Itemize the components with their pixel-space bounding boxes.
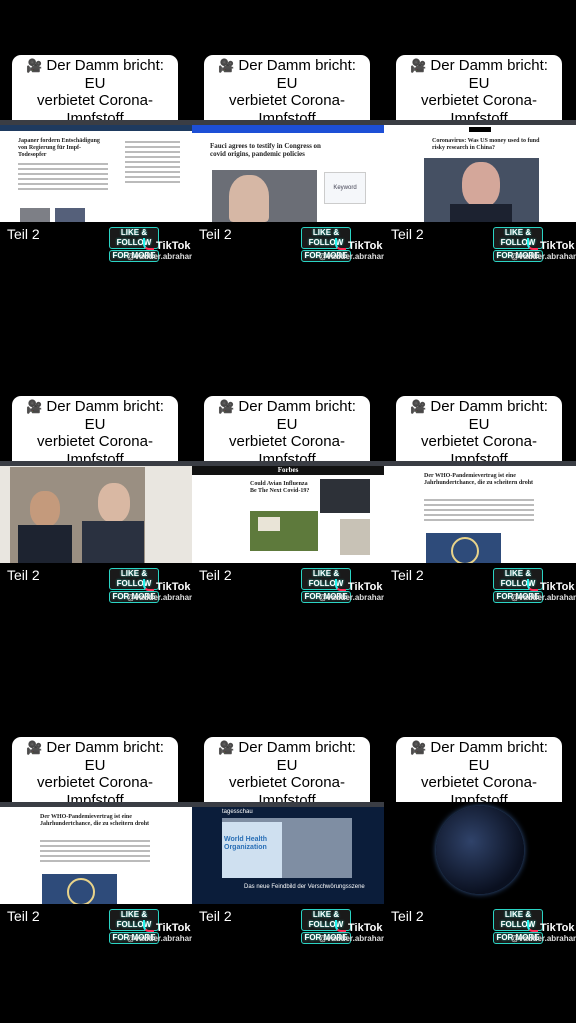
video-thumbnail[interactable]: 🎥 Der Damm bricht: EU verbietet Corona- Im… — [0, 0, 192, 341]
movie-camera-icon: 🎥 — [26, 740, 43, 755]
article-screenshot: Coronavirus: Was US money used to fund r… — [384, 120, 576, 222]
video-thumbnail[interactable]: 🎥 Der Damm bricht: EU verbietet Corona- Im… — [384, 341, 576, 682]
movie-camera-icon: 🎥 — [26, 58, 43, 73]
part-label: Teil 2 — [7, 226, 40, 242]
creator-handle: @vadder.abraham — [127, 593, 192, 602]
part-label: Teil 2 — [391, 226, 424, 242]
tiktok-watermark: TikTok — [143, 920, 190, 934]
article-headline: Das neue Feindbild der Verschwörungsszen… — [244, 884, 365, 890]
video-thumbnail[interactable]: 🎥 Der Damm bricht: EU verbietet Corona- Im… — [192, 341, 384, 682]
movie-camera-icon: 🎥 — [218, 740, 235, 755]
article-screenshot: Der WHO-Pandemievertrag ist eine Jahrhun… — [0, 802, 192, 904]
video-caption: 🎥 Der Damm bricht: EU verbietet Corona- Im… — [12, 396, 178, 470]
article-headline: Coronavirus: Was US money used to fund r… — [432, 138, 540, 151]
tiktok-watermark: TikTok — [335, 579, 382, 593]
movie-camera-icon: 🎥 — [26, 399, 43, 414]
part-label: Teil 2 — [199, 226, 232, 242]
video-grid: 🎥 Der Damm bricht: EU verbietet Corona- Im… — [0, 0, 576, 1023]
part-label: Teil 2 — [7, 567, 40, 583]
creator-handle: @vadder.abraham — [319, 934, 384, 943]
part-label: Teil 2 — [391, 908, 424, 924]
video-thumbnail[interactable]: 🎥 Der Damm bricht: EU verbietet Corona- Im… — [0, 341, 192, 682]
creator-handle: @vadder.abraham — [319, 593, 384, 602]
part-label: Teil 2 — [391, 567, 424, 583]
tiktok-logo-icon — [335, 579, 346, 591]
video-thumbnail[interactable]: 🎥 Der Damm bricht: EU verbietet Corona- Im… — [384, 0, 576, 341]
tiktok-watermark: TikTok — [527, 920, 574, 934]
creator-handle: @vadder.abraham — [511, 934, 576, 943]
creator-handle: @vadder.abraham — [127, 934, 192, 943]
video-caption: 🎥 Der Damm bricht: EU verbietet Corona- Im… — [204, 396, 370, 470]
creator-handle: @vadder.abraham — [127, 252, 192, 261]
video-thumbnail[interactable]: 🎥 Der Damm bricht: EU verbietet Corona- Im… — [0, 682, 192, 1023]
movie-camera-icon: 🎥 — [410, 740, 427, 755]
tiktok-watermark: TikTok — [335, 238, 382, 252]
creator-handle: @vadder.abraham — [319, 252, 384, 261]
article-screenshot: tagesschau World Health Organization Das… — [192, 802, 384, 904]
earth-image — [384, 802, 576, 904]
tiktok-logo-icon — [527, 238, 538, 250]
tiktok-logo-icon — [527, 920, 538, 932]
site-logo: Forbes — [192, 466, 384, 475]
movie-camera-icon: 🎥 — [410, 58, 427, 73]
article-screenshot: Der WHO-Pandemievertrag ist eine Jahrhun… — [384, 461, 576, 563]
part-label: Teil 2 — [7, 908, 40, 924]
movie-camera-icon: 🎥 — [218, 399, 235, 414]
video-thumbnail[interactable]: 🎥 Der Damm bricht: EU verbietet Corona- Im… — [192, 0, 384, 341]
tiktok-logo-icon — [143, 579, 154, 591]
movie-camera-icon: 🎥 — [218, 58, 235, 73]
article-headline: Japaner fordern Entschädigung von Regier… — [18, 138, 100, 158]
article-screenshot: Forbes Could Avian Influenza Be The Next… — [192, 461, 384, 563]
article-headline: Could Avian Influenza Be The Next Covid-… — [250, 481, 310, 494]
tiktok-watermark: TikTok — [527, 579, 574, 593]
video-thumbnail[interactable]: 🎥 Der Damm bricht: EU verbietet Corona- Im… — [384, 682, 576, 1023]
site-logo: tagesschau — [222, 809, 253, 815]
article-headline: Der WHO-Pandemievertrag ist eine Jahrhun… — [424, 473, 534, 486]
article-screenshot — [0, 461, 192, 563]
creator-handle: @vadder.abraham — [511, 593, 576, 602]
tiktok-logo-icon — [143, 238, 154, 250]
tiktok-watermark: TikTok — [527, 238, 574, 252]
tiktok-logo-icon — [335, 920, 346, 932]
video-caption: 🎥 Der Damm bricht: EU verbietet Corona- Im… — [204, 737, 370, 811]
tiktok-logo-icon — [335, 238, 346, 250]
creator-handle: @vadder.abraham — [511, 252, 576, 261]
video-caption: 🎥 Der Damm bricht: EU verbietet Corona- Im… — [396, 55, 562, 129]
movie-camera-icon: 🎥 — [410, 399, 427, 414]
tiktok-logo-icon — [143, 920, 154, 932]
part-label: Teil 2 — [199, 908, 232, 924]
tiktok-logo-icon — [527, 579, 538, 591]
video-caption: 🎥 Der Damm bricht: EU verbietet Corona- Im… — [396, 737, 562, 811]
article-headline: Der WHO-Pandemievertrag ist eine Jahrhun… — [40, 814, 150, 827]
tiktok-watermark: TikTok — [143, 238, 190, 252]
article-screenshot: Japaner fordern Entschädigung von Regier… — [0, 120, 192, 222]
video-caption: 🎥 Der Damm bricht: EU verbietet Corona- Im… — [12, 737, 178, 811]
article-screenshot: Fauci agrees to testify in Congress on c… — [192, 120, 384, 222]
video-thumbnail[interactable]: 🎥 Der Damm bricht: EU verbietet Corona- Im… — [192, 682, 384, 1023]
video-caption: 🎥 Der Damm bricht: EU verbietet Corona- Im… — [204, 55, 370, 129]
part-label: Teil 2 — [199, 567, 232, 583]
sidebar-ad: Keyword — [324, 172, 366, 204]
building-sign: World Health Organization — [224, 836, 268, 851]
video-caption: 🎥 Der Damm bricht: EU verbietet Corona- Im… — [396, 396, 562, 470]
article-headline: Fauci agrees to testify in Congress on c… — [210, 142, 321, 158]
tiktok-watermark: TikTok — [143, 579, 190, 593]
tiktok-watermark: TikTok — [335, 920, 382, 934]
video-caption: 🎥 Der Damm bricht: EU verbietet Corona- Im… — [12, 55, 178, 129]
